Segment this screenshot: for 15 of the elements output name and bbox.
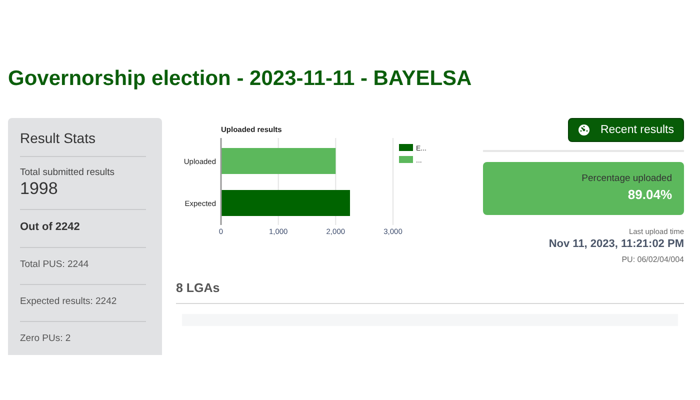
stat-label: Total submitted results <box>20 167 116 178</box>
recent-results-button[interactable]: Recent results <box>568 118 684 142</box>
stat-text: Expected results: 2242 <box>20 295 118 309</box>
polling-unit: PU: 06/02/04/004 <box>622 255 684 264</box>
percentage-value: 89.04% <box>626 187 672 202</box>
upload-time: Nov 11, 2023, 11:21:02 PM <box>548 238 684 250</box>
stat-text: Zero PUs: 2 <box>20 332 72 346</box>
stat-text: Out of 2242 <box>20 220 81 235</box>
gauge-icon <box>578 124 590 136</box>
stat-value: 1998 <box>20 179 59 199</box>
page-title: Governorship election - 2023-11-11 - BAYELSA <box>8 66 473 92</box>
section-title: 8 LGAs <box>176 281 221 297</box>
card-title: Result Stats <box>20 129 96 148</box>
percentage-label: Percentage uploaded <box>580 173 672 184</box>
stat-text: Total PUS: 2244 <box>20 258 90 272</box>
